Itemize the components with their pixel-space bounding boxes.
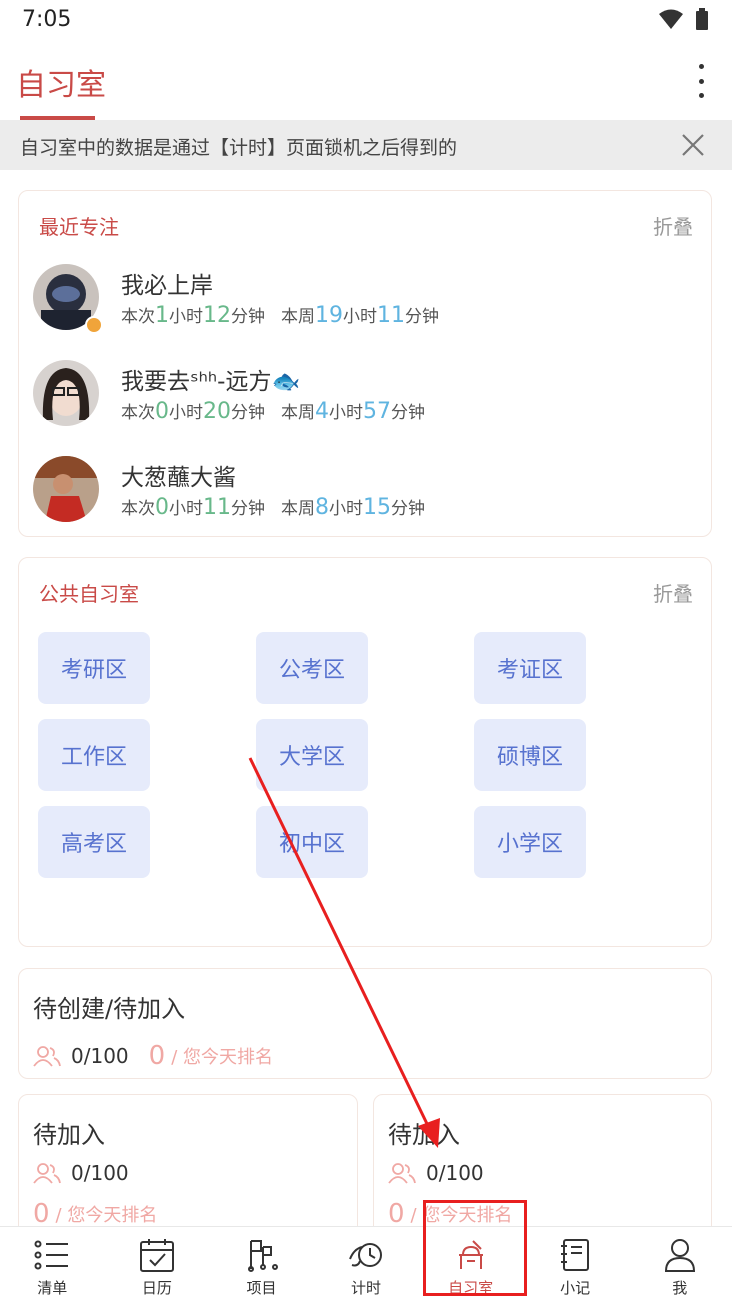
focus-item[interactable]: 我要去ˢʰʰ-远方🐟 本次0小时20分钟 本周4小时57分钟: [33, 360, 693, 430]
nav-item-study-room[interactable]: 自习室: [418, 1227, 523, 1304]
calendar-icon: [139, 1239, 174, 1272]
more-dot-icon: [698, 93, 704, 98]
rank-number: 0: [33, 1199, 50, 1226]
nav-label: 计时: [351, 1279, 382, 1297]
focus-item[interactable]: 我必上岸 本次1小时12分钟 本周19小时11分钟: [33, 264, 693, 334]
status-bar: 7:05: [0, 0, 732, 40]
focus-stats: 本次1小时12分钟 本周19小时11分钟: [121, 303, 439, 328]
rank-label: / 您今天排名: [410, 1205, 513, 1226]
nav-label: 自习室: [448, 1279, 494, 1297]
verified-badge-icon: [85, 316, 103, 334]
fold-button[interactable]: 折叠: [653, 211, 693, 240]
room-card[interactable]: 待加入 0/100 0 / 您今天排名: [373, 1094, 712, 1226]
study-room-icon: [458, 1240, 483, 1269]
focus-user-name: 我要去ˢʰʰ-远方🐟: [121, 369, 301, 395]
list-icon: [34, 1240, 69, 1270]
zone-button[interactable]: 小学区: [474, 806, 586, 878]
users-icon: [33, 1046, 61, 1067]
room-member-row: 0/100: [33, 1161, 149, 1185]
room-member-count: 0/100: [426, 1161, 484, 1185]
recent-focus-title: 最近专注: [39, 215, 119, 239]
nav-item-me[interactable]: 我: [627, 1227, 732, 1304]
battery-icon: [696, 8, 708, 30]
room-title: 待创建/待加入: [33, 995, 186, 1023]
notice-text: 自习室中的数据是通过【计时】页面锁机之后得到的: [20, 137, 458, 159]
zone-button[interactable]: 初中区: [256, 806, 368, 878]
room-card[interactable]: 待加入 0/100 0 / 您今天排名: [18, 1094, 358, 1226]
room-rank-row: 0 / 您今天排名: [388, 1199, 512, 1226]
recent-focus-card: 最近专注 折叠 我必上岸 本次1小时12分钟 本周19小时11分钟 我要去ˢʰʰ…: [18, 190, 712, 537]
notice-banner: 自习室中的数据是通过【计时】页面锁机之后得到的: [0, 120, 732, 170]
zone-button[interactable]: 公考区: [256, 632, 368, 704]
bottom-nav: 清单 日历 项目 计时 自习室 小记 我: [0, 1226, 732, 1304]
rank-label: / 您今天排名: [55, 1205, 158, 1226]
nav-item-list[interactable]: 清单: [0, 1227, 105, 1304]
rank-label: / 您今天排名: [171, 1047, 273, 1068]
room-title: 待加入: [388, 1121, 460, 1149]
focus-user-name: 我必上岸: [121, 273, 213, 299]
nav-label: 小记: [560, 1279, 591, 1297]
room-member-count: 0/100: [71, 1161, 129, 1185]
nav-label: 我: [672, 1279, 688, 1297]
focus-user-name: 大葱蘸大酱: [121, 465, 236, 491]
status-time: 7:05: [22, 7, 72, 32]
nav-item-timer[interactable]: 计时: [314, 1227, 419, 1304]
more-dot-icon: [698, 64, 704, 69]
room-stats: 0/100 0 / 您今天排名: [33, 1041, 273, 1071]
room-member-row: 0/100: [388, 1161, 504, 1185]
nav-label: 日历: [141, 1279, 172, 1297]
user-icon: [664, 1239, 695, 1272]
nav-label: 项目: [246, 1279, 277, 1297]
main-content: 最近专注 折叠 我必上岸 本次1小时12分钟 本周19小时11分钟 我要去ˢʰʰ…: [0, 170, 732, 1226]
room-title: 待加入: [33, 1121, 105, 1149]
notebook-icon: [561, 1239, 590, 1271]
room-card[interactable]: 待创建/待加入 0/100 0 / 您今天排名: [18, 968, 712, 1079]
fold-button[interactable]: 折叠: [653, 578, 693, 607]
focus-stats: 本次0小时11分钟 本周8小时15分钟: [121, 495, 425, 520]
more-options-button[interactable]: [696, 64, 706, 98]
rank-number: 0: [388, 1199, 405, 1226]
room-rank-row: 0 / 您今天排名: [33, 1199, 157, 1226]
nav-item-calendar[interactable]: 日历: [105, 1227, 210, 1304]
zone-button[interactable]: 高考区: [38, 806, 150, 878]
avatar: [33, 456, 99, 522]
zone-button[interactable]: 工作区: [38, 719, 150, 791]
timer-icon: [349, 1243, 383, 1267]
wifi-icon: [659, 9, 683, 29]
nav-item-project[interactable]: 项目: [209, 1227, 314, 1304]
focus-stats: 本次0小时20分钟 本周4小时57分钟: [121, 399, 425, 424]
users-icon: [388, 1163, 416, 1184]
zone-button[interactable]: 硕博区: [474, 719, 586, 791]
public-room-card: 公共自习室 折叠 考研区 公考区 考证区 工作区 大学区 硕博区 高考区 初中区…: [18, 557, 712, 947]
public-room-title: 公共自习室: [39, 582, 139, 606]
zone-button[interactable]: 考研区: [38, 632, 150, 704]
nav-item-notes[interactable]: 小记: [523, 1227, 628, 1304]
project-icon: [248, 1240, 279, 1272]
status-icons: [658, 8, 708, 30]
close-icon[interactable]: [680, 132, 706, 158]
focus-item[interactable]: 大葱蘸大酱 本次0小时11分钟 本周8小时15分钟: [33, 456, 693, 526]
page-title: 自习室: [16, 68, 106, 103]
zone-button[interactable]: 考证区: [474, 632, 586, 704]
app-bar: 自习室: [0, 40, 732, 120]
users-icon: [33, 1163, 61, 1184]
more-dot-icon: [698, 78, 704, 84]
nav-label: 清单: [37, 1279, 68, 1297]
zone-button[interactable]: 大学区: [256, 719, 368, 791]
room-member-count: 0/100: [71, 1044, 129, 1068]
avatar: [33, 360, 99, 426]
rank-number: 0: [148, 1041, 166, 1071]
